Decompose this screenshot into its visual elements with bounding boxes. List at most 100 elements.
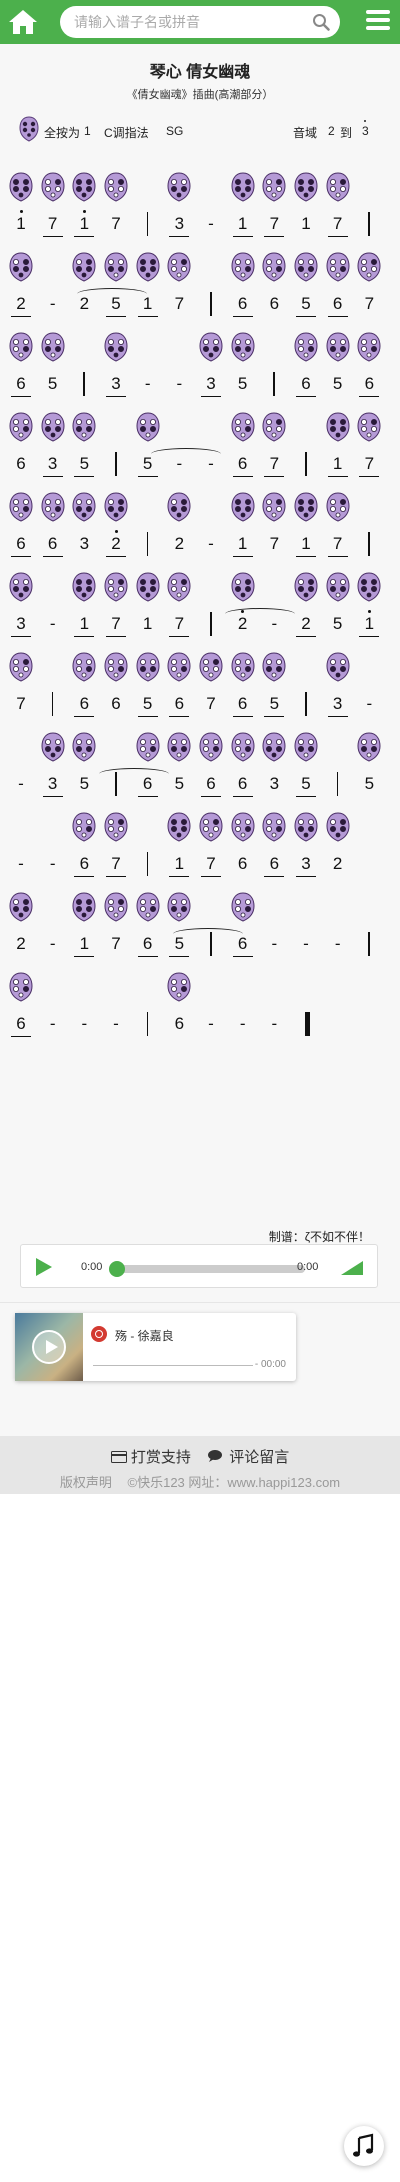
ocarina-fingering-icon bbox=[166, 892, 192, 922]
divider bbox=[0, 1302, 400, 1303]
progress-knob[interactable] bbox=[109, 1261, 125, 1277]
audio-player: 0:00 0:00 bbox=[20, 1244, 378, 1288]
score-note: 7 bbox=[16, 694, 26, 713]
score-note: 3 bbox=[169, 214, 190, 237]
ocarina-fingering-icon bbox=[166, 652, 192, 682]
home-icon[interactable] bbox=[6, 6, 40, 38]
tie-arc bbox=[77, 288, 147, 300]
ocarina-fingering-icon bbox=[261, 652, 287, 682]
ocarina-fingering-icon bbox=[40, 332, 66, 362]
ocarina-fingering-icon bbox=[325, 652, 351, 682]
range-to: 到 bbox=[340, 126, 353, 140]
ocarina-fingering-icon bbox=[8, 892, 34, 922]
ocarina-fingering-icon bbox=[230, 572, 256, 602]
ocarina-fingering-icon bbox=[71, 652, 97, 682]
score-note: 5 bbox=[332, 614, 343, 633]
score-note: 3 bbox=[201, 374, 221, 397]
ocarina-fingering-icon bbox=[230, 892, 256, 922]
ocarina-fingering-icon bbox=[261, 252, 287, 282]
mini-progress[interactable] bbox=[93, 1365, 253, 1366]
album-cover[interactable] bbox=[15, 1313, 83, 1381]
fingering-label: C调指法 bbox=[104, 126, 149, 140]
bar-line bbox=[273, 372, 275, 396]
score-maker: 制谱：ζ不如不伴！ bbox=[268, 1230, 370, 1244]
all-holes-ocarina-icon bbox=[18, 116, 40, 145]
fingering-row bbox=[0, 252, 400, 282]
score-note: 7 bbox=[364, 294, 375, 313]
score-note: 5 bbox=[74, 454, 95, 477]
score-note: 2 bbox=[106, 530, 126, 557]
menu-icon[interactable] bbox=[366, 10, 390, 34]
ocarina-fingering-icon bbox=[71, 412, 97, 442]
ocarina-fingering-icon bbox=[71, 572, 97, 602]
score-note: 5 bbox=[79, 774, 90, 793]
score-note: 7 bbox=[169, 614, 190, 637]
score-note: 1 bbox=[232, 534, 253, 557]
play-circle-icon[interactable] bbox=[32, 1330, 66, 1364]
volume-icon[interactable] bbox=[339, 1257, 365, 1277]
score-note: 6 bbox=[201, 774, 221, 797]
score-note: - bbox=[18, 854, 24, 873]
comment-link[interactable]: 评论留言 bbox=[207, 1449, 289, 1466]
ocarina-fingering-icon bbox=[293, 572, 319, 602]
ocarina-fingering-icon bbox=[71, 732, 97, 762]
score-note: 1 bbox=[142, 614, 153, 633]
ocarina-fingering-icon bbox=[356, 252, 382, 282]
ocarina-fingering-icon bbox=[166, 492, 192, 522]
ocarina-fingering-icon bbox=[198, 812, 224, 842]
ocarina-fingering-icon bbox=[8, 492, 34, 522]
score-line: 66322-1717 bbox=[0, 492, 400, 572]
score-line: 3-17172-251 bbox=[0, 572, 400, 652]
progress-bar[interactable] bbox=[109, 1261, 305, 1277]
score-note: 5 bbox=[237, 374, 248, 393]
ocarina-fingering-icon bbox=[325, 252, 351, 282]
score-line: 653--35656 bbox=[0, 332, 400, 412]
ocarina-fingering-icon bbox=[261, 492, 287, 522]
copyright-link[interactable]: 版权声明 bbox=[60, 1475, 112, 1490]
score-note: 6 bbox=[296, 374, 316, 397]
ocarina-fingering-icon bbox=[166, 572, 192, 602]
footer: 打赏支持 评论留言 版权声明 ©快乐123 网址：www.happi123.co… bbox=[0, 1436, 400, 1494]
range-high: 3 bbox=[362, 120, 369, 138]
score-note: 1 bbox=[232, 214, 253, 237]
ocarina-fingering-icon bbox=[166, 812, 192, 842]
ocarina-fingering-icon bbox=[103, 572, 129, 602]
score-note: 6 bbox=[237, 854, 248, 873]
score-note: 7 bbox=[327, 534, 348, 557]
search-input[interactable] bbox=[60, 6, 290, 38]
ocarina-fingering-icon bbox=[135, 412, 161, 442]
score-note: 1 bbox=[74, 934, 95, 957]
note-row: 3-17172-251 bbox=[0, 608, 400, 648]
ocarina-fingering-icon bbox=[198, 332, 224, 362]
song-subtitle: 《倩女幽魂》插曲(高潮部分） bbox=[126, 89, 274, 101]
ocarina-fingering-icon bbox=[135, 892, 161, 922]
score-line: 2-251766567 bbox=[0, 252, 400, 332]
play-icon[interactable] bbox=[35, 1257, 53, 1277]
ocarina-fingering-icon bbox=[103, 172, 129, 202]
music-note-button[interactable] bbox=[344, 2126, 384, 2166]
search-icon[interactable] bbox=[312, 13, 330, 31]
song-title: 琴心 倩女幽魂 bbox=[149, 64, 251, 81]
ocarina-fingering-icon bbox=[8, 252, 34, 282]
score-note: 3 bbox=[42, 774, 63, 797]
ocarina-fingering-icon bbox=[230, 732, 256, 762]
song-name: 殇 - 徐嘉良 bbox=[115, 1329, 174, 1343]
ocarina-fingering-icon bbox=[103, 492, 129, 522]
score-line: -356566355 bbox=[0, 732, 400, 812]
ocarina-fingering-icon bbox=[8, 332, 34, 362]
donate-link[interactable]: 打赏支持 bbox=[110, 1449, 195, 1466]
score-note: 3 bbox=[296, 854, 316, 877]
tie-arc bbox=[173, 928, 243, 940]
ocarina-fingering-icon bbox=[8, 652, 34, 682]
music-card[interactable]: 殇 - 徐嘉良 - 00:00 bbox=[15, 1313, 296, 1381]
score-note: 6 bbox=[11, 534, 31, 557]
ocarina-fingering-icon bbox=[293, 732, 319, 762]
ocarina-fingering-icon bbox=[198, 652, 224, 682]
score-note: 1 bbox=[74, 210, 95, 237]
fingering-row bbox=[0, 732, 400, 762]
score-line: 2-17656--- bbox=[0, 892, 400, 972]
current-time: 0:00 bbox=[81, 1261, 103, 1273]
score-note: - bbox=[208, 214, 214, 233]
score-note: 2 bbox=[11, 294, 31, 317]
score-note: 3 bbox=[79, 534, 90, 553]
